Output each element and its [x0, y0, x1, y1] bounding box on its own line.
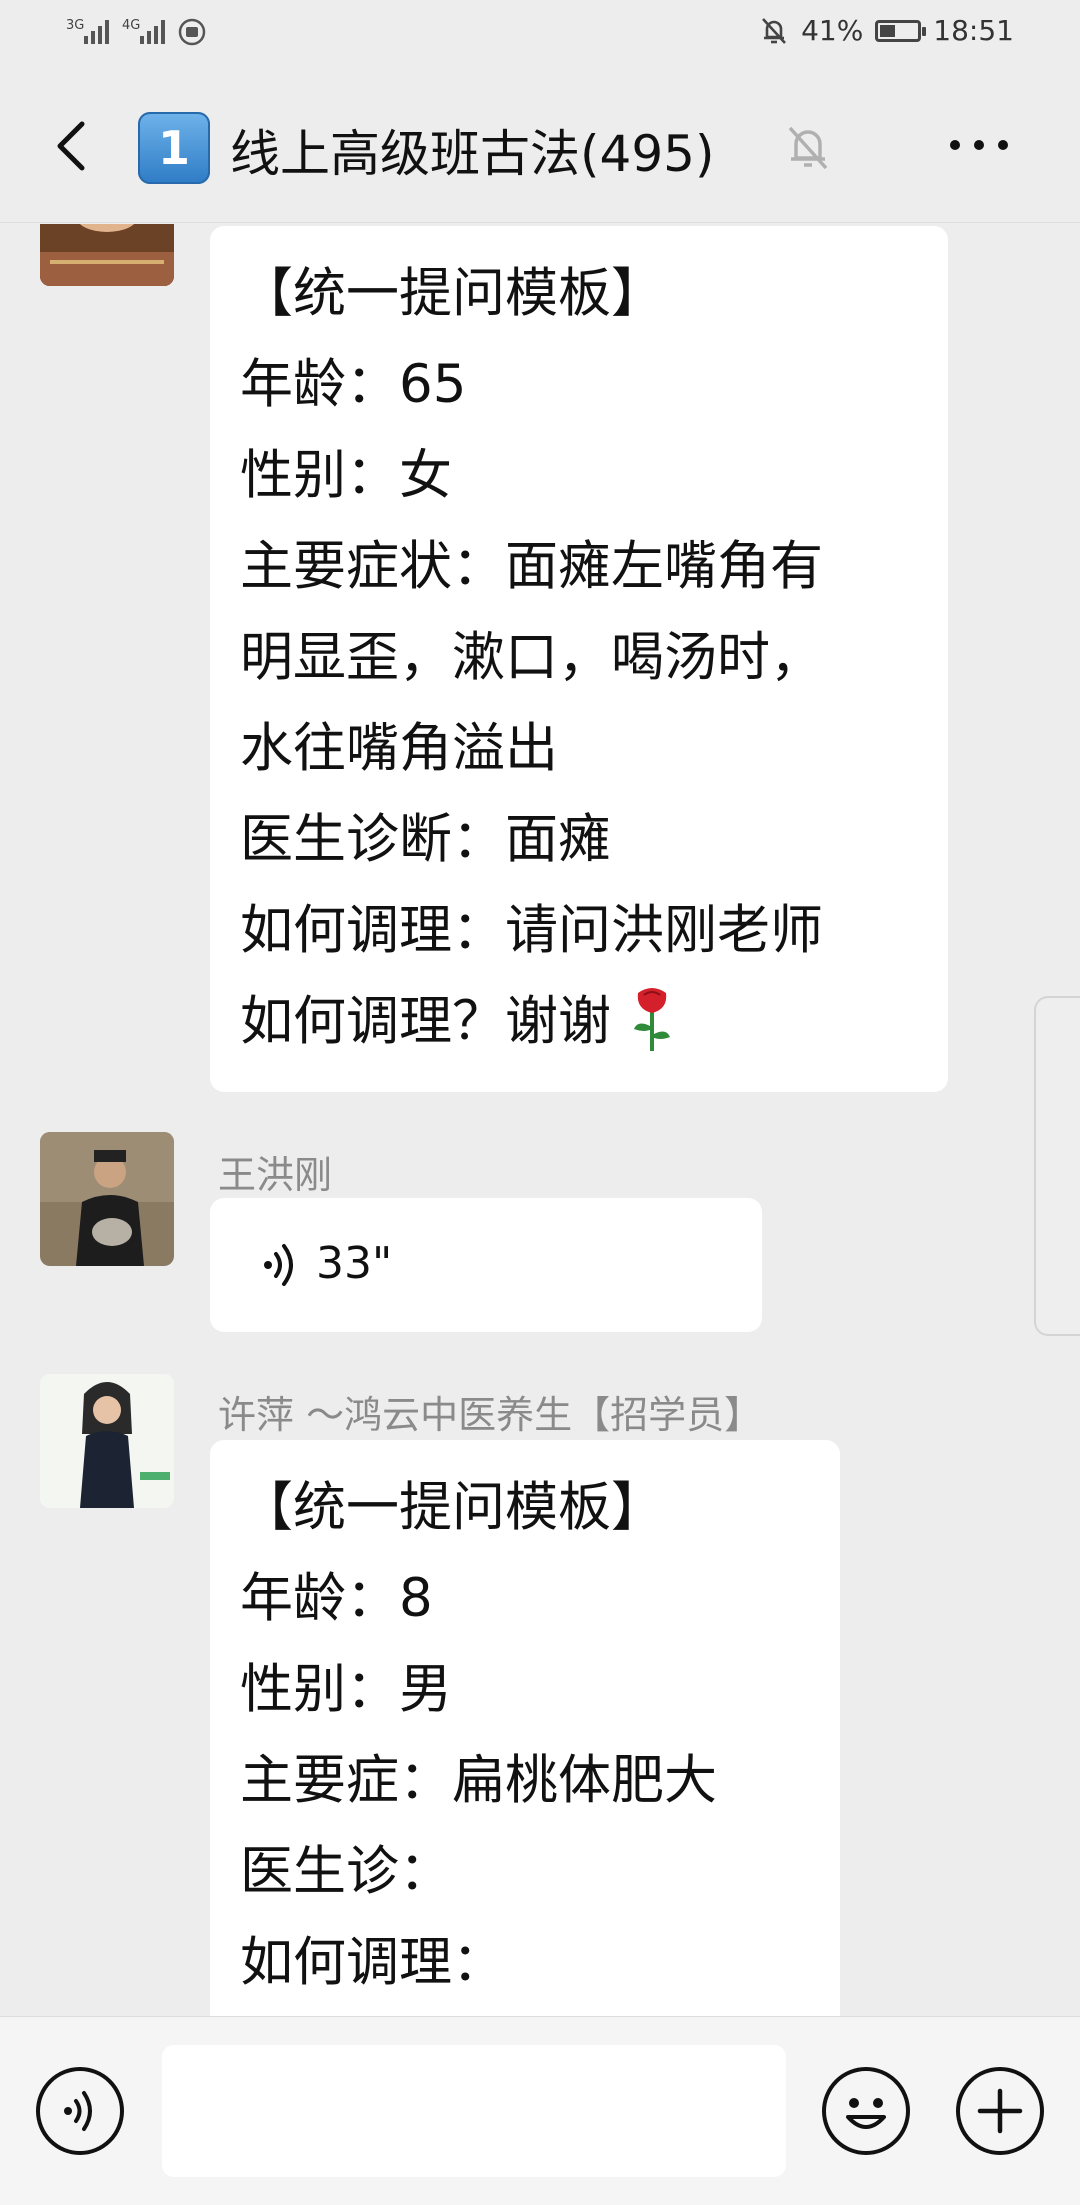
muted-bell-icon	[788, 126, 828, 170]
message-line: 明显歪，漱口，喝汤时，	[240, 627, 823, 688]
emoji-button[interactable]	[822, 2067, 910, 2155]
chat-header: 1 线上高级班古法(495)	[0, 70, 1080, 223]
chat-title: 线上高级班古法(495)	[230, 125, 715, 183]
message-bubble[interactable]: 【统一提问模板】 年龄：8 性别：男 主要症：扁桃体肥大 医生诊： 如何调理：	[210, 1440, 840, 2100]
network-type-2: 4G	[122, 18, 141, 33]
message-bubble[interactable]: 【统一提问模板】 年龄：65 性别：女 主要症状：面瘫左嘴角有 明显歪，漱口，喝…	[210, 226, 948, 1092]
network-type-1: 3G	[66, 18, 85, 33]
nfc-icon	[178, 18, 206, 46]
message-input[interactable]	[162, 2045, 786, 2177]
message-line: 如何调理：请问洪刚老师	[240, 900, 823, 961]
signal-icon	[84, 18, 109, 44]
message-line: 主要症状：面瘫左嘴角有	[240, 536, 823, 597]
unread-count-badge[interactable]: 1	[138, 112, 210, 184]
message-line: 【统一提问模板】	[240, 263, 664, 324]
avatar[interactable]	[40, 1374, 174, 1508]
more-options-icon[interactable]	[950, 140, 1008, 150]
voice-message-bubble[interactable]: 33"	[210, 1198, 762, 1332]
message-line: 【统一提问模板】	[240, 1477, 664, 1538]
message-line: 性别：男	[240, 1659, 452, 1720]
status-bar: 3G 4G 41% 18:51	[0, 0, 1080, 70]
message-line: 如何调理？谢谢	[240, 976, 948, 1067]
message-line: 如何调理：	[240, 1932, 505, 1993]
voice-duration: 33"	[316, 1238, 393, 1289]
side-pull-tab[interactable]	[1034, 996, 1080, 1336]
message-line: 主要症：扁桃体肥大	[240, 1750, 717, 1811]
plus-icon	[977, 2088, 1023, 2134]
voice-icon	[64, 2091, 92, 2131]
voice-play-icon	[264, 1244, 293, 1286]
rose-emoji	[633, 988, 670, 1051]
message-line: 性别：女	[240, 445, 452, 506]
message-line: 水往嘴角溢出	[240, 718, 558, 779]
smiley-icon	[846, 2098, 886, 2129]
signal-icon	[140, 18, 165, 44]
message-line: 医生诊：	[240, 1841, 452, 1902]
message-line: 年龄：65	[240, 354, 467, 415]
avatar[interactable]	[40, 1132, 174, 1266]
message-line: 医生诊断：面瘫	[240, 809, 611, 870]
more-functions-button[interactable]	[956, 2067, 1044, 2155]
sender-name: 王洪刚	[218, 1153, 333, 1197]
status-right: 41% 18:51	[759, 14, 1014, 47]
voice-input-button[interactable]	[36, 2067, 124, 2155]
message-line: 年龄：8	[240, 1568, 433, 1629]
sender-name: 许萍 ～鸿云中医养生【招学员】	[218, 1393, 763, 1437]
battery-percent: 41%	[801, 14, 864, 47]
battery-icon	[875, 19, 927, 42]
input-bar	[0, 2016, 1080, 2205]
back-arrow-icon[interactable]	[44, 116, 104, 176]
mute-notification-icon	[762, 17, 787, 44]
clock: 18:51	[933, 14, 1014, 47]
